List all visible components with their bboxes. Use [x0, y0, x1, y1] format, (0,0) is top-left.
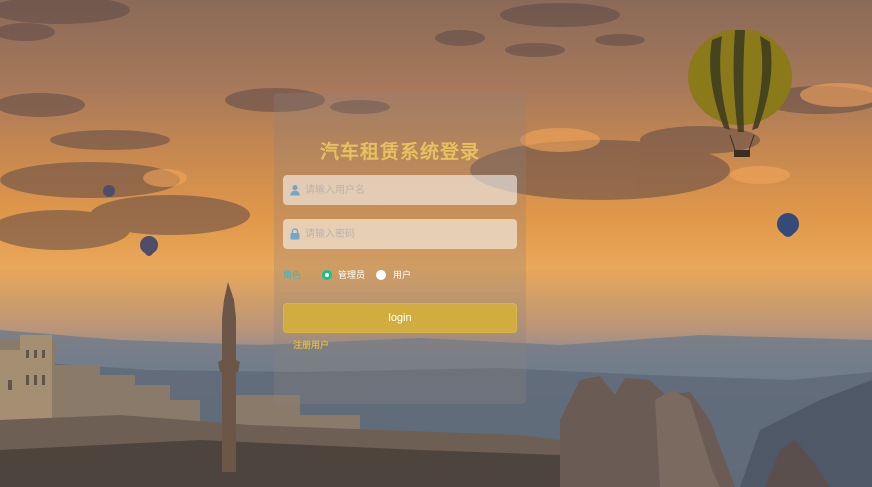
- lock-icon: [290, 228, 300, 240]
- password-input[interactable]: [305, 219, 510, 249]
- password-field[interactable]: [283, 219, 517, 249]
- user-icon: [290, 185, 300, 196]
- login-button[interactable]: login: [283, 303, 517, 333]
- register-link[interactable]: 注册用户: [293, 338, 329, 351]
- radio-role-user[interactable]: [376, 270, 386, 280]
- page-title: 汽车租赁系统登录: [319, 141, 480, 163]
- username-field[interactable]: [283, 175, 517, 205]
- radio-label-user[interactable]: 用户: [393, 268, 411, 281]
- username-input[interactable]: [305, 175, 510, 205]
- role-label: 角色: [283, 271, 302, 281]
- radio-role-admin[interactable]: [322, 270, 332, 280]
- radio-label-admin[interactable]: 管理员: [338, 268, 365, 281]
